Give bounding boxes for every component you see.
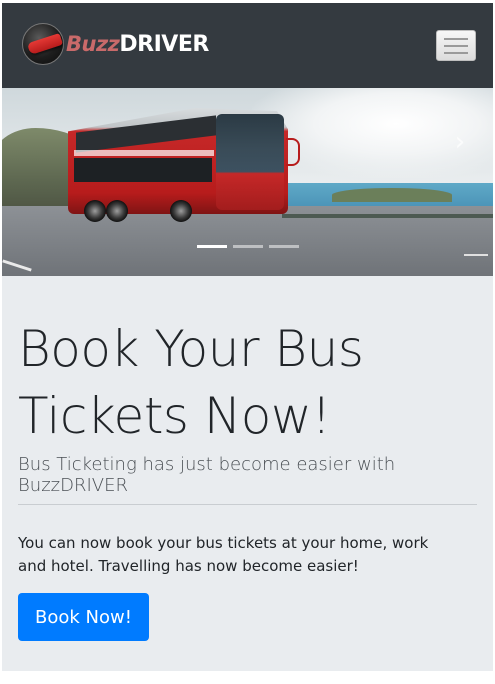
navbar-toggler-button[interactable] [436,30,476,61]
carousel-indicator-3[interactable] [269,245,299,248]
page-bottom [2,671,493,684]
brand-name-part2: DRIVER [119,31,209,57]
carousel-indicator-2[interactable] [233,245,263,248]
carousel-island [332,188,452,202]
jumbotron: Book Your Bus Tickets Now! Bus Ticketing… [2,276,493,671]
hamburger-menu-icon [444,37,468,40]
bus-mirror [286,138,300,166]
description-text: You can now book your bus tickets at you… [18,534,429,575]
bus-logo-icon [22,23,64,65]
page-title: Book Your Bus Tickets Now! [18,320,364,445]
bus-stripe [74,150,214,156]
navbar: Buzz DRIVER [2,3,493,88]
brand-link[interactable]: Buzz DRIVER [22,21,209,67]
chevron-right-icon: › [454,127,466,157]
book-now-button[interactable]: Book Now! [18,593,149,641]
brand-name-part1: Buzz [66,31,120,56]
carousel-indicators [197,245,299,248]
brand-name: Buzz DRIVER [66,32,209,57]
page: Buzz DRIVER › Book Your Bus Tickets Now!… [2,3,493,684]
bus-logo-shape [26,33,64,55]
carousel-indicator-1[interactable] [197,245,227,248]
bus-wheel [106,200,128,222]
divider [18,504,477,505]
carousel-next-button[interactable]: › [448,128,472,156]
bus-front [216,114,284,210]
hamburger-menu-icon [444,44,468,47]
carousel-road-edge [282,214,493,218]
bus-wheel [84,200,106,222]
hamburger-menu-icon [444,51,468,54]
hero-carousel: › [2,88,493,276]
bus-lower-windows [74,158,212,182]
carousel-bus-image [66,108,300,226]
carousel-road-marking [464,254,488,256]
bus-wheel [170,200,192,222]
lead-text: Bus Ticketing has just become easier wit… [18,454,396,496]
